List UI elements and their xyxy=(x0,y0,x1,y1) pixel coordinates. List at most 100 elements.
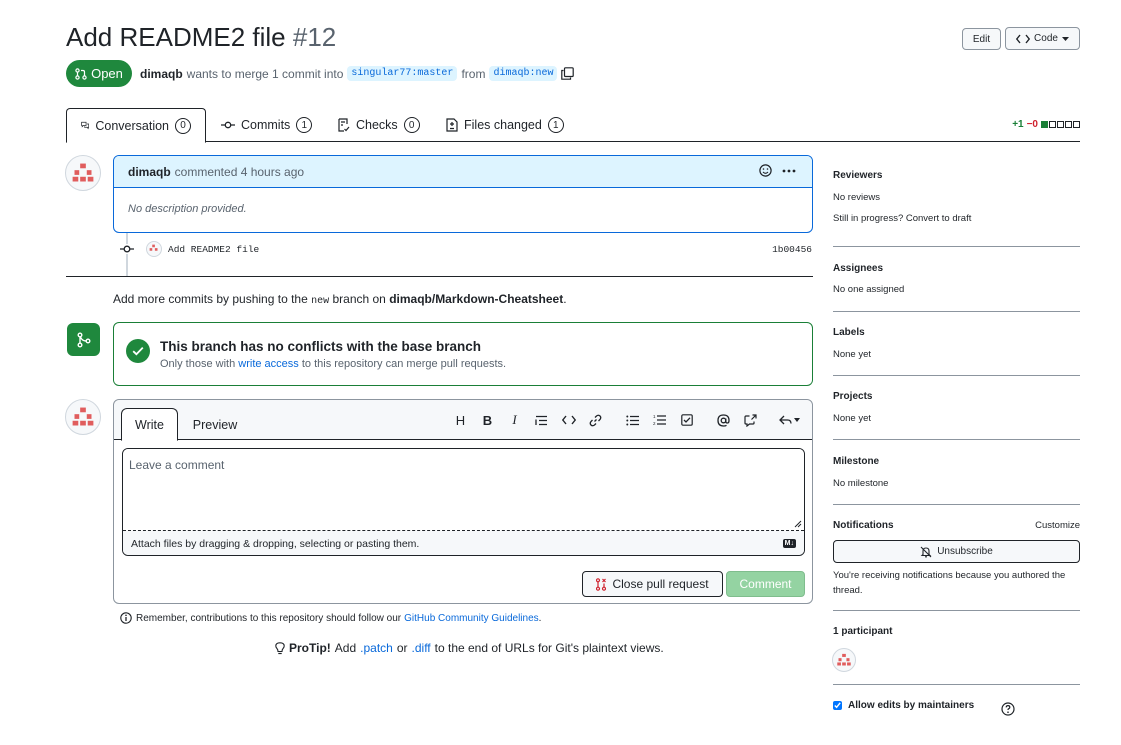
sidebar-heading[interactable]: Labels xyxy=(833,327,1080,338)
commit-icon xyxy=(120,244,134,254)
sidebar-labels: Labels None yet xyxy=(833,327,1080,360)
edit-button[interactable]: Edit xyxy=(962,28,1001,50)
sidebar-value: No milestone xyxy=(833,478,889,489)
bold-button[interactable]: B xyxy=(474,410,501,430)
edit-button-label: Edit xyxy=(972,33,991,45)
timeline-divider xyxy=(66,276,813,277)
comment-submit-button[interactable]: Comment xyxy=(726,571,805,597)
unsubscribe-button[interactable]: Unsubscribe xyxy=(833,540,1080,563)
ordered-list-button[interactable]: 12 xyxy=(646,410,673,430)
commit-message[interactable]: Add README2 file xyxy=(168,244,259,255)
tab-files-changed[interactable]: Files changed 1 xyxy=(446,108,564,142)
unordered-list-button[interactable] xyxy=(619,410,646,430)
contribution-guidelines: Remember, contributions to this reposito… xyxy=(120,612,541,624)
convert-to-draft-link[interactable]: Convert to draft xyxy=(906,213,971,224)
push-hint-prefix: Add more commits by pushing to the xyxy=(113,292,308,306)
tab-counter: 0 xyxy=(403,117,420,133)
push-hint-repo[interactable]: dimaqb/Markdown-Cheatsheet xyxy=(389,292,563,306)
heading-button[interactable]: H xyxy=(447,410,474,430)
comment-author[interactable]: dimaqb xyxy=(128,165,171,179)
checklist-icon xyxy=(338,118,350,132)
question-icon[interactable] xyxy=(1001,702,1015,716)
tab-write[interactable]: Write xyxy=(121,408,178,441)
push-hint-middle: branch on xyxy=(332,292,386,306)
merge-sub-suffix: to this repository can merge pull reques… xyxy=(301,358,507,370)
guidelines-suffix: . xyxy=(538,612,542,624)
page-title: Add README2 file #12 xyxy=(66,22,336,53)
diff-link[interactable]: .diff xyxy=(412,641,431,655)
sidebar-heading[interactable]: Projects xyxy=(833,391,1080,402)
push-hint: Add more commits by pushing to the new b… xyxy=(113,292,567,307)
reply-button[interactable] xyxy=(774,410,804,430)
close-pull-request-button[interactable]: Close pull request xyxy=(582,571,723,597)
quote-button[interactable] xyxy=(528,410,555,430)
smiley-icon[interactable] xyxy=(759,164,772,177)
markdown-icon[interactable]: M↓ xyxy=(782,539,796,548)
mention-button[interactable] xyxy=(710,410,737,430)
comment-discussion-icon xyxy=(81,121,90,130)
tab-counter: 1 xyxy=(547,117,564,133)
light-bulb-icon xyxy=(275,641,285,654)
markdown-toolbar: H B I 12 xyxy=(447,410,804,430)
copy-icon[interactable] xyxy=(561,67,575,80)
author-link[interactable]: dimaqb xyxy=(140,67,183,81)
customize-notifications-link[interactable]: Customize xyxy=(1035,520,1080,531)
base-branch[interactable]: singular77:master xyxy=(347,66,458,81)
draft-hint-prefix: Still in progress? xyxy=(833,213,904,224)
comment-box: dimaqb commented 4 hours ago No descript… xyxy=(113,155,813,233)
patch-link[interactable]: .patch xyxy=(360,641,393,655)
comment-textarea[interactable] xyxy=(123,449,804,531)
sidebar-divider xyxy=(833,311,1080,312)
kebab-horizontal-icon[interactable] xyxy=(782,169,796,173)
tab-label: Files changed xyxy=(464,118,542,132)
caret-down-icon xyxy=(793,418,800,422)
tab-commits[interactable]: Commits 1 xyxy=(221,108,313,142)
sidebar-milestone: Milestone No milestone xyxy=(833,456,1080,489)
sidebar-heading[interactable]: Milestone xyxy=(833,456,1080,467)
avatar[interactable] xyxy=(65,399,101,435)
cross-reference-button[interactable] xyxy=(737,410,764,430)
commit-avatar[interactable] xyxy=(146,241,162,257)
tab-conversation[interactable]: Conversation 0 xyxy=(66,108,206,143)
italic-button[interactable]: I xyxy=(501,410,528,430)
code-button[interactable]: Code xyxy=(1005,27,1080,50)
quote-icon xyxy=(535,415,547,425)
avatar[interactable] xyxy=(65,155,101,191)
sidebar-divider xyxy=(833,610,1080,611)
link-button[interactable] xyxy=(582,410,609,430)
tab-preview[interactable]: Preview xyxy=(190,408,240,441)
protip-prefix: Add xyxy=(334,641,357,655)
attach-files-bar[interactable]: Attach files by dragging & dropping, sel… xyxy=(123,531,804,555)
allow-edits-checkbox[interactable] xyxy=(833,701,842,710)
tab-label: Checks xyxy=(356,118,398,132)
code-button[interactable] xyxy=(555,410,582,430)
commit-item: Add README2 file 1b00456 xyxy=(120,240,812,258)
file-diff-icon xyxy=(446,118,458,132)
diffstat-additions: +1 xyxy=(1012,119,1024,130)
editor-header: Write Preview H B I 12 xyxy=(114,400,812,441)
protip-or: or xyxy=(396,641,408,655)
pr-title-text: Add README2 file xyxy=(66,22,286,52)
participant-avatar[interactable] xyxy=(832,648,856,672)
git-merge-icon xyxy=(77,332,90,347)
from-text: from xyxy=(461,66,486,81)
head-branch[interactable]: dimaqb:new xyxy=(489,66,558,81)
write-access-link[interactable]: write access xyxy=(238,358,299,370)
identicon xyxy=(149,244,158,251)
community-guidelines-link[interactable]: GitHub Community Guidelines xyxy=(404,613,539,624)
resize-handle-icon[interactable] xyxy=(794,520,802,528)
sidebar-heading[interactable]: Reviewers xyxy=(833,170,1080,181)
commit-sha[interactable]: 1b00456 xyxy=(772,244,812,255)
merge-status-icon xyxy=(67,323,100,356)
allow-edits-checkbox-row[interactable]: Allow edits by maintainers xyxy=(833,700,974,711)
task-list-button[interactable] xyxy=(673,410,700,430)
identicon xyxy=(72,407,94,426)
tab-checks[interactable]: Checks 0 xyxy=(338,108,420,142)
sidebar-heading[interactable]: Assignees xyxy=(833,263,1080,274)
sidebar-value: None yet xyxy=(833,349,872,360)
comment-time[interactable]: commented 4 hours ago xyxy=(175,165,304,179)
link-icon xyxy=(589,414,602,426)
comment-header: dimaqb commented 4 hours ago xyxy=(114,156,812,188)
sidebar-heading: 1 participant xyxy=(833,626,893,637)
status-badge: Open xyxy=(66,60,132,87)
